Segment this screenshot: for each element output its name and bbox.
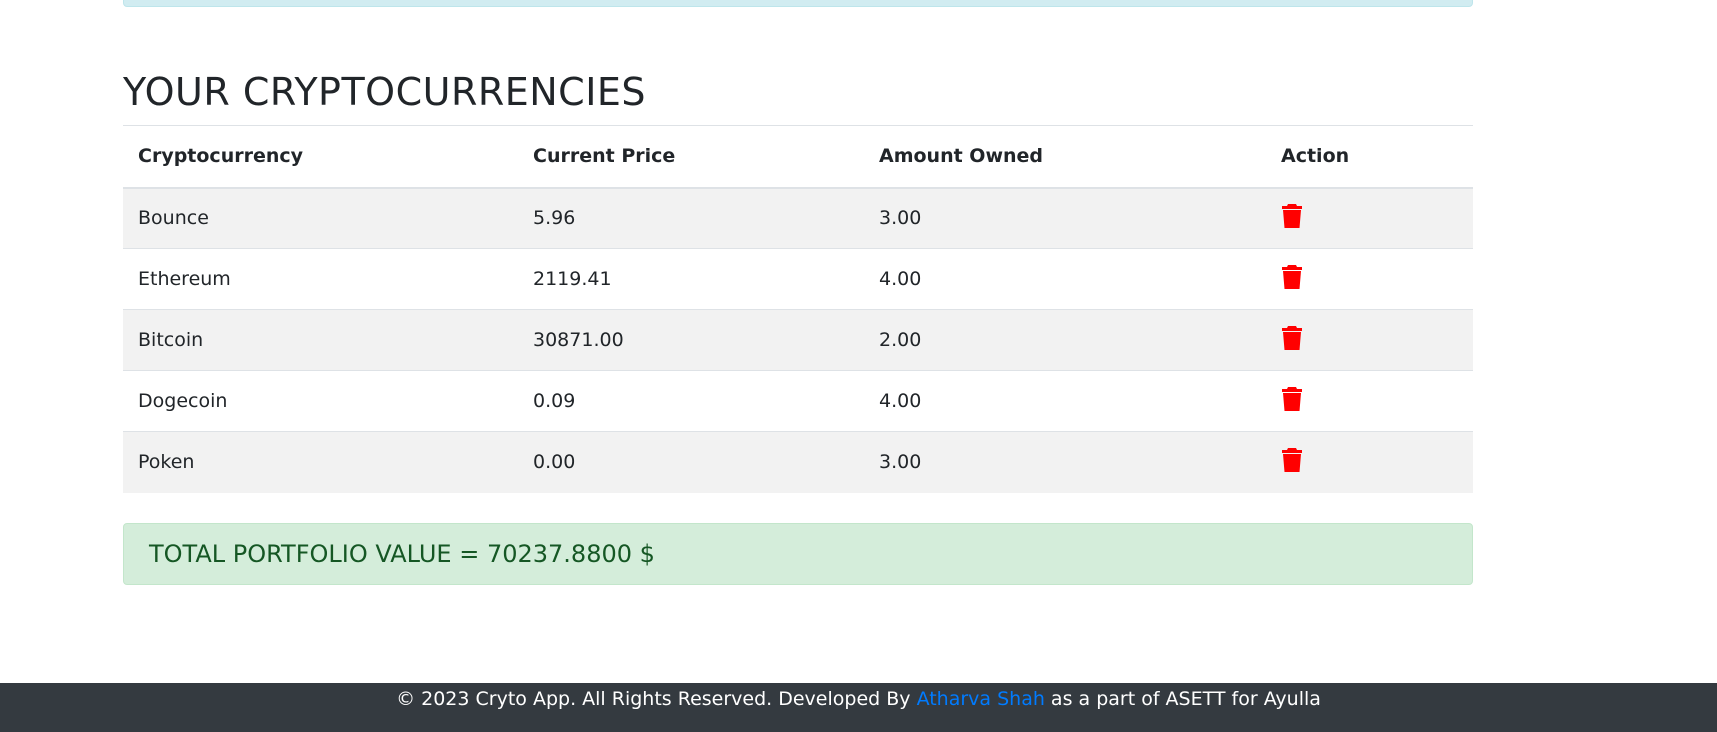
header-amount-owned: Amount Owned xyxy=(864,125,1266,189)
crypto-name: Poken xyxy=(123,431,518,493)
crypto-amount: 3.00 xyxy=(864,431,1266,493)
crypto-price: 0.00 xyxy=(518,431,864,493)
trash-icon[interactable] xyxy=(1281,386,1303,412)
action-cell xyxy=(1266,248,1473,310)
trash-icon[interactable] xyxy=(1281,325,1303,351)
table-row: Bounce 5.96 3.00 xyxy=(123,187,1473,249)
total-portfolio-value: TOTAL PORTFOLIO VALUE = 70237.8800 $ xyxy=(149,539,655,568)
header-cryptocurrency: Cryptocurrency xyxy=(123,125,518,189)
crypto-amount: 4.00 xyxy=(864,370,1266,432)
table-row: Dogecoin 0.09 4.00 xyxy=(123,370,1473,432)
action-cell xyxy=(1266,187,1473,249)
trash-icon[interactable] xyxy=(1281,203,1303,229)
footer-copyright: © 2023 Cryto App. All Rights Reserved. D… xyxy=(396,688,917,710)
crypto-price: 5.96 xyxy=(518,187,864,249)
crypto-price: 2119.41 xyxy=(518,248,864,310)
table-row: Ethereum 2119.41 4.00 xyxy=(123,248,1473,310)
crypto-name: Dogecoin xyxy=(123,370,518,432)
table-row: Bitcoin 30871.00 2.00 xyxy=(123,309,1473,371)
table-body: Bounce 5.96 3.00 Ethereum 2119.41 4.00 B… xyxy=(123,187,1473,493)
header-current-price: Current Price xyxy=(518,125,864,189)
total-portfolio-alert: TOTAL PORTFOLIO VALUE = 70237.8800 $ xyxy=(123,522,1473,585)
action-cell xyxy=(1266,370,1473,432)
page-title: YOUR CRYPTOCURRENCIES xyxy=(123,70,647,114)
author-link[interactable]: Atharva Shah xyxy=(917,688,1045,710)
trash-icon[interactable] xyxy=(1281,447,1303,473)
table-header: Cryptocurrency Current Price Amount Owne… xyxy=(123,125,1473,189)
crypto-amount: 3.00 xyxy=(864,187,1266,249)
crypto-name: Ethereum xyxy=(123,248,518,310)
crypto-price: 0.09 xyxy=(518,370,864,432)
header-action: Action xyxy=(1266,125,1473,189)
crypto-name: Bitcoin xyxy=(123,309,518,371)
portfolio-section: YOUR CRYPTOCURRENCIES Cryptocurrency Cur… xyxy=(123,60,1473,585)
crypto-table: Cryptocurrency Current Price Amount Owne… xyxy=(123,125,1473,493)
info-alert xyxy=(123,0,1473,7)
table-row: Poken 0.00 3.00 xyxy=(123,431,1473,493)
crypto-price: 30871.00 xyxy=(518,309,864,371)
action-cell xyxy=(1266,309,1473,371)
trash-icon[interactable] xyxy=(1281,264,1303,290)
crypto-amount: 4.00 xyxy=(864,248,1266,310)
crypto-name: Bounce xyxy=(123,187,518,249)
footer-suffix: as a part of ASETT for Ayulla xyxy=(1044,688,1321,710)
header-row: Cryptocurrency Current Price Amount Owne… xyxy=(123,125,1473,189)
action-cell xyxy=(1266,431,1473,493)
footer: © 2023 Cryto App. All Rights Reserved. D… xyxy=(0,683,1717,732)
crypto-amount: 2.00 xyxy=(864,309,1266,371)
